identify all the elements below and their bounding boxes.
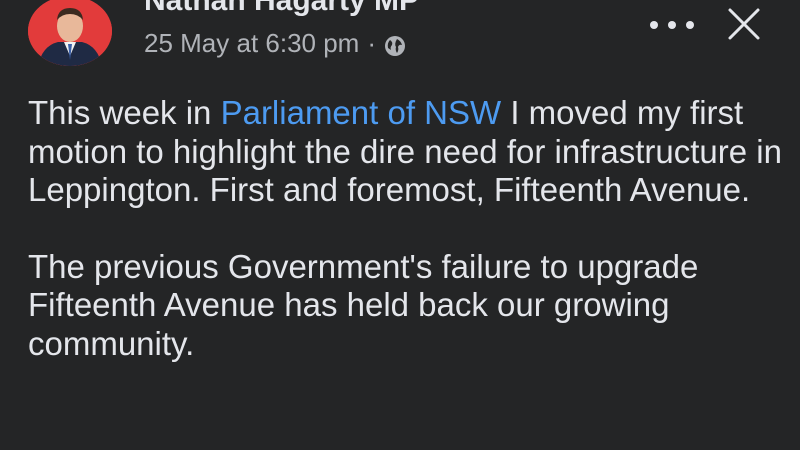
post-paragraph: The previous Government's failure to upg… — [28, 247, 699, 362]
author-name[interactable]: Nathan Hagarty MP — [144, 0, 419, 18]
more-horizontal-icon — [668, 21, 676, 29]
close-button[interactable] — [724, 4, 764, 44]
post-paragraph: This week in Parliament of NSW I moved m… — [28, 94, 788, 210]
post-meta: 25 May at 6:30 pm · — [144, 28, 406, 59]
more-options-button[interactable] — [650, 10, 694, 40]
more-horizontal-icon — [650, 21, 658, 29]
avatar[interactable] — [28, 0, 112, 66]
profile-photo — [28, 0, 112, 66]
close-icon — [728, 8, 760, 40]
post-text: This week in Parliament of NSW I moved m… — [28, 94, 788, 363]
globe-icon — [384, 33, 406, 56]
post-timestamp[interactable]: 25 May at 6:30 pm — [144, 28, 359, 59]
more-horizontal-icon — [686, 21, 694, 29]
paragraph-text: This week in — [28, 94, 221, 131]
meta-separator: · — [367, 28, 377, 58]
parliament-link[interactable]: Parliament of NSW — [221, 94, 502, 131]
